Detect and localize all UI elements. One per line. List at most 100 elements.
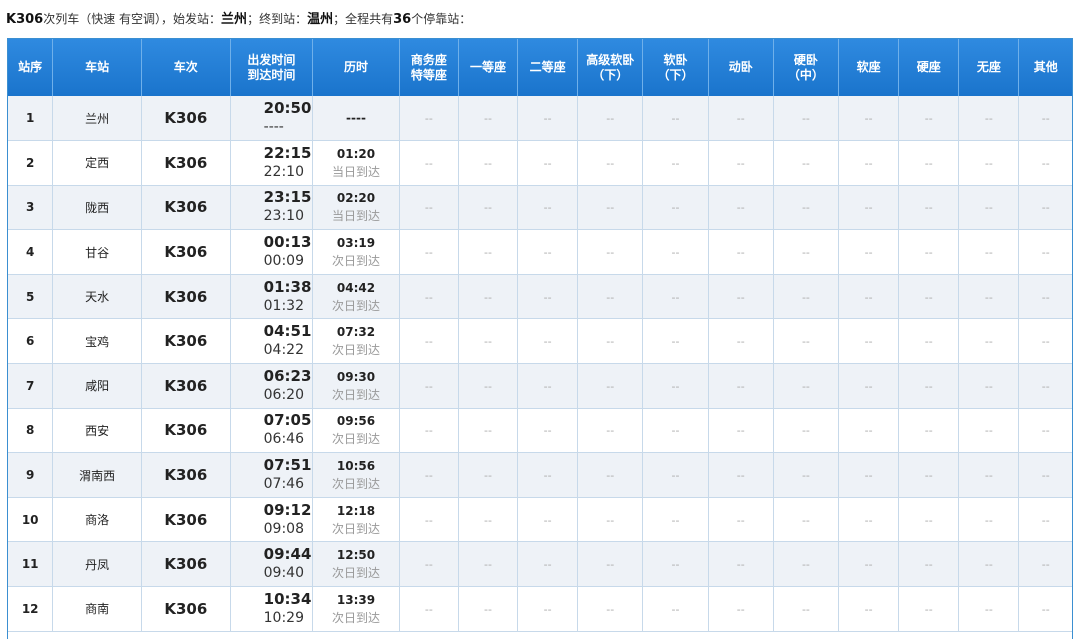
summary-terminal-station: 温州 [307,12,334,27]
soft-sleeper-availability: -- [642,274,709,320]
other-availability: -- [1018,586,1072,632]
train-number: K306 [140,318,231,365]
first-class-availability: -- [457,140,518,186]
table-row: 9 渭南西 K306 07:51 07:46 10:56 次日到达 -- -- -- -- -- -- -… [8,452,1072,498]
premium-soft-sleeper-availability: -- [577,586,643,632]
no-seat-availability: -- [958,586,1019,632]
hard-sleeper-availability: -- [772,541,839,588]
first-class-availability: -- [457,229,518,275]
no-seat-availability: -- [958,497,1019,543]
first-class-availability: -- [457,96,518,142]
train-number: K306 [140,274,231,320]
soft-seat-availability: -- [838,586,899,632]
table-row: 7 咸阳 K306 06:23 06:20 09:30 次日到达 -- -- -- -- -- -- --… [8,363,1072,409]
station-index: 1 [8,96,53,142]
departure-time: 06:23 [263,366,312,385]
train-number: K306 [140,185,231,231]
soft-seat-availability: -- [838,541,899,588]
times-cell: 07:05 06:46 [229,408,313,454]
table-row: 1 兰州 K306 20:50 ---- ---- -- -- -- -- -- -- -- -- -- --… [8,96,1072,142]
second-class-availability: -- [517,497,578,543]
arrival-day: 次日到达 [331,521,380,536]
station-name: 商洛 [52,497,142,543]
departure-time: 23:15 [263,188,312,207]
table-row: 11 丹凤 K306 09:44 09:40 12:50 次日到达 -- -- -- -- -- -- -… [8,541,1072,588]
premium-soft-sleeper-availability: -- [577,497,643,543]
arrival-time: 09:08 [263,520,304,537]
other-availability: -- [1018,452,1072,498]
hard-seat-availability: -- [898,229,959,275]
first-class-availability: -- [457,185,518,231]
soft-seat-availability: -- [838,363,899,409]
business-seat-availability: -- [398,586,459,632]
summary-origin-station: 兰州 [221,12,248,27]
departure-time: 01:38 [263,277,312,296]
hard-sleeper-availability: -- [772,408,839,454]
header-business-seat: 商务座 特等座 [398,39,459,96]
soft-seat-availability: -- [838,96,899,142]
second-class-availability: -- [517,363,578,409]
premium-soft-sleeper-availability: -- [577,408,643,454]
soft-seat-availability: -- [838,408,899,454]
header-second-class: 二等座 [517,39,578,96]
header-emu-sleeper: 动卧 [707,39,774,96]
duration: 04:42 [336,280,376,295]
summary-text: 个停靠站： [411,12,472,26]
header-hard-seat: 硬座 [898,39,959,96]
arrival-time: 06:20 [263,386,304,403]
first-class-availability: -- [457,452,518,498]
times-cell: 20:50 ---- [229,96,313,142]
header-other: 其他 [1018,39,1072,96]
header-station-index: 站序 [18,60,43,74]
times-cell: 06:23 06:20 [229,363,313,409]
premium-soft-sleeper-availability: -- [577,96,643,142]
other-availability: -- [1018,318,1072,365]
second-class-availability: -- [517,541,578,588]
soft-seat-availability: -- [838,229,899,275]
soft-sleeper-availability: -- [642,363,709,409]
duration-cell: 10:56 次日到达 [312,452,400,498]
emu-sleeper-availability: -- [707,229,774,275]
times-cell: 10:34 10:29 [229,586,313,632]
station-index: 3 [8,185,53,231]
hard-sleeper-availability: -- [772,229,839,275]
second-class-availability: -- [517,140,578,186]
times-cell: 04:51 04:22 [229,318,313,365]
departure-time: 00:13 [263,233,312,252]
soft-sleeper-availability: -- [642,586,709,632]
business-seat-availability: -- [398,497,459,543]
no-seat-availability: -- [958,318,1019,365]
train-number: K306 [140,140,231,186]
station-name: 甘谷 [52,229,142,275]
soft-sleeper-availability: -- [642,541,709,588]
business-seat-availability: -- [398,185,459,231]
no-seat-availability: -- [958,408,1019,454]
train-number: K306 [140,452,231,498]
second-class-availability: -- [517,274,578,320]
train-number: K306 [140,96,231,142]
soft-sleeper-availability: -- [642,185,709,231]
emu-sleeper-availability: -- [707,96,774,142]
departure-time: 04:51 [263,322,312,341]
station-index: 4 [8,229,53,275]
table-row: 3 陇西 K306 23:15 23:10 02:20 当日到达 -- -- -- -- -- -- --… [8,185,1072,231]
station-index: 12 [8,586,53,632]
header-soft-sleeper: 软卧 （下） [642,39,709,96]
station-name: 商南 [52,586,142,632]
other-availability: -- [1018,363,1072,409]
arrival-day: 次日到达 [331,566,380,581]
hard-sleeper-availability: -- [772,363,839,409]
duration-cell: 03:19 次日到达 [312,229,400,275]
header-times: 出发时间 到达时间 [229,39,313,96]
business-seat-availability: -- [398,541,459,588]
emu-sleeper-availability: -- [707,586,774,632]
emu-sleeper-availability: -- [707,185,774,231]
station-index: 9 [8,452,53,498]
schedule-summary: K306次列车（快速 有空调），始发站：兰州；终到站：温州；全程共有36个停靠站… [6,9,471,29]
second-class-availability: -- [517,229,578,275]
first-class-availability: -- [457,363,518,409]
emu-sleeper-availability: -- [707,452,774,498]
hard-seat-availability: -- [898,274,959,320]
header-no-seat: 无座 [958,39,1019,96]
table-row: 2 定西 K306 22:15 22:10 01:20 当日到达 -- -- -- -- -- -- --… [8,140,1072,186]
